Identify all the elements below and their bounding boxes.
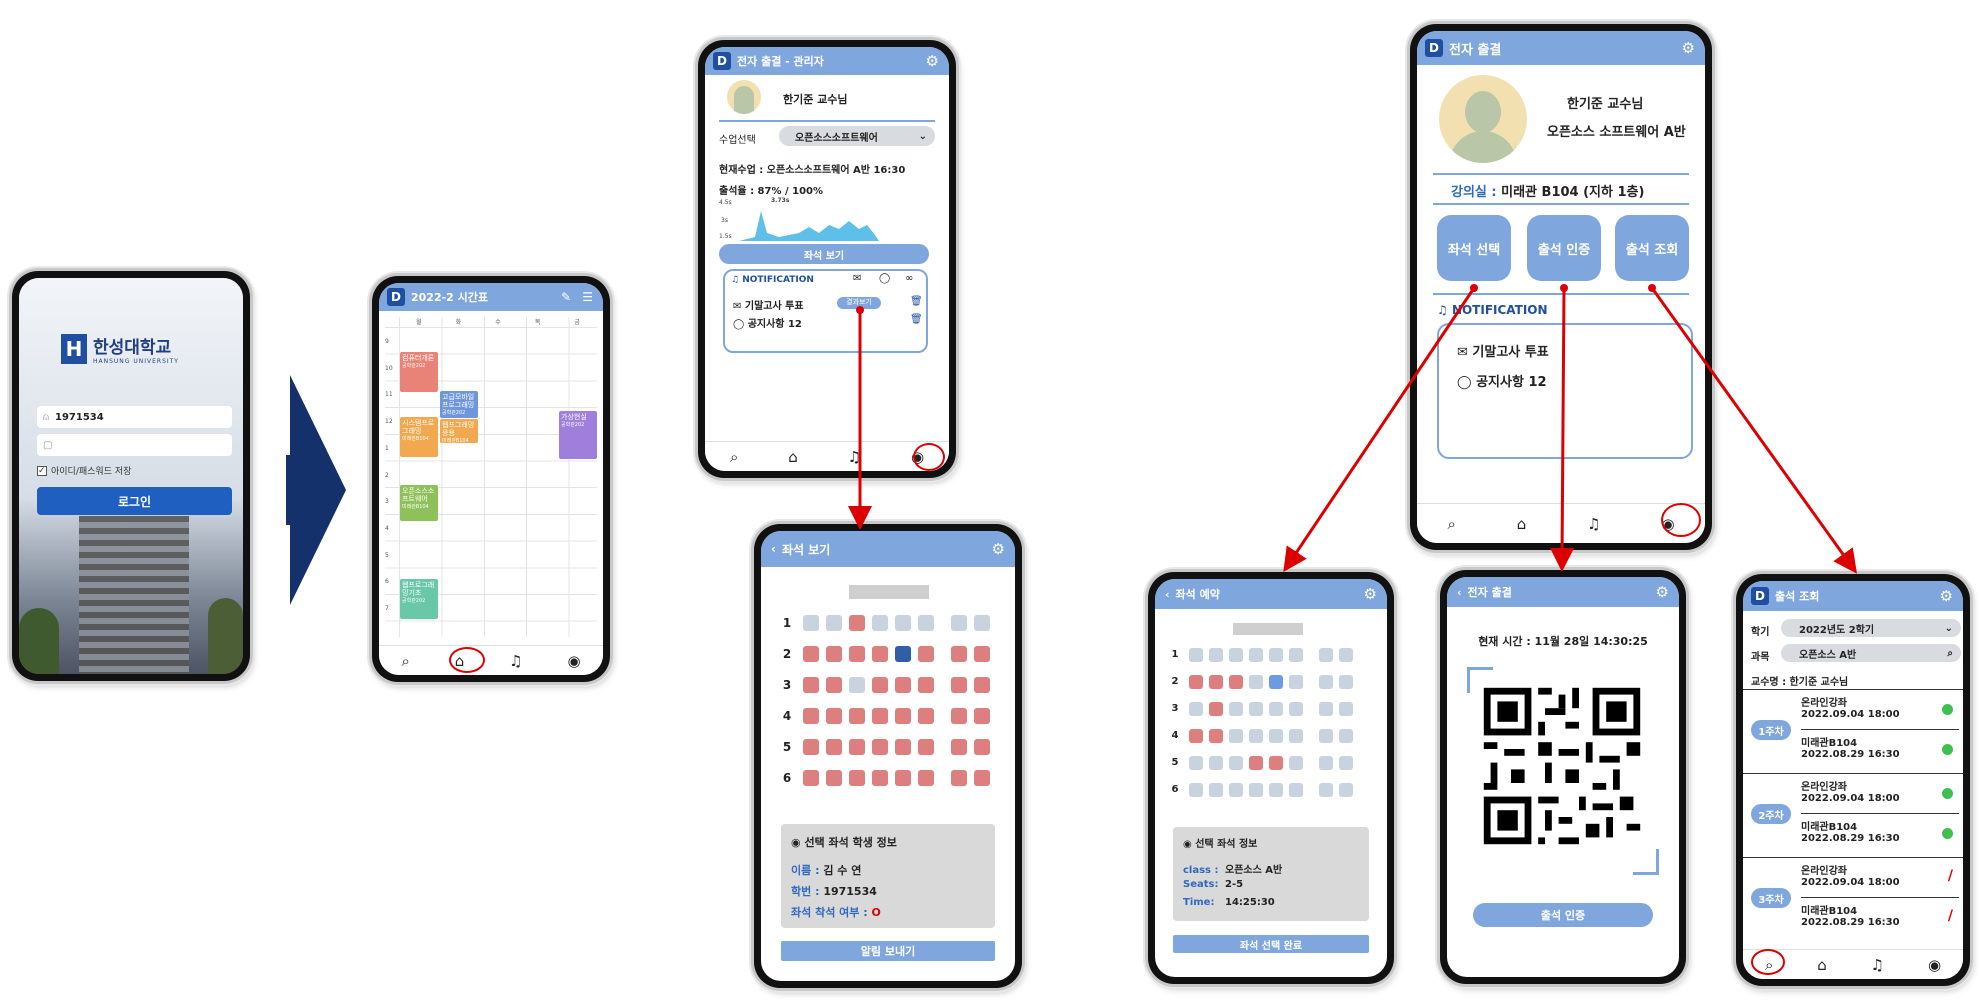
flow-arrows	[848, 284, 1857, 574]
arrow-attendance-lookup	[1650, 287, 1857, 574]
arrow-seat-select	[1283, 287, 1476, 572]
arrow-origin	[856, 306, 864, 314]
arrow-origin	[1648, 284, 1656, 292]
arrow-attendance-verify	[1550, 287, 1575, 572]
arrow-origin	[1470, 284, 1478, 292]
arrow-origin	[1560, 284, 1568, 292]
